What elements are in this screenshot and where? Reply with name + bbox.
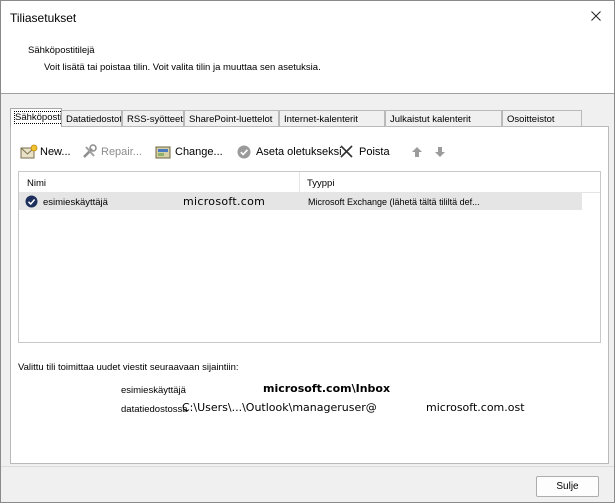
new-mail-icon — [20, 144, 38, 159]
account-domain: microsoft.com — [183, 195, 266, 208]
move-up-button[interactable] — [411, 143, 423, 161]
arrow-up-icon — [412, 147, 422, 157]
table-row[interactable]: esimieskäyttäjä microsoft.com Microsoft … — [19, 193, 582, 210]
tab-label: RSS-syötteet — [127, 114, 183, 125]
change-button[interactable]: Change... — [155, 143, 223, 161]
repair-button[interactable]: Repair... — [81, 143, 142, 161]
tab-label: Internet-kalenterit — [284, 114, 358, 125]
header-description: Voit lisätä tai poistaa tilin. Voit vali… — [44, 62, 321, 73]
new-account-button[interactable]: New... — [20, 143, 71, 161]
tab-address-books[interactable]: Osoitteistot — [502, 110, 582, 126]
window-close-button[interactable] — [582, 4, 610, 28]
remove-x-icon — [340, 145, 353, 158]
account-settings-dialog: Tiliasetukset Sähköpostitilejä Voit lisä… — [0, 0, 615, 503]
tab-rss-feeds[interactable]: RSS-syötteet — [122, 110, 184, 126]
close-dialog-button[interactable]: Sulje — [536, 476, 599, 497]
default-account-check-icon — [25, 195, 38, 208]
tab-strip: Sähköposti Datatiedostot RSS-syötteet Sh… — [10, 108, 610, 127]
tab-label: Datatiedostot — [66, 114, 122, 125]
new-label: New... — [40, 146, 71, 158]
arrow-down-icon — [435, 147, 445, 157]
remove-button[interactable]: Poista — [339, 143, 390, 161]
set-default-label: Aseta oletukseksi — [256, 146, 342, 158]
close-icon — [591, 11, 601, 21]
checkmark-circle-icon — [237, 145, 251, 159]
tab-label: SharePoint-luettelot — [189, 114, 273, 125]
column-header-name[interactable]: Nimi — [27, 178, 46, 189]
tab-label: Sähköposti — [13, 111, 62, 124]
move-down-button[interactable] — [434, 143, 446, 161]
delivery-file-domain: microsoft.com.ost — [426, 401, 525, 414]
set-default-button[interactable]: Aseta oletukseksi — [236, 143, 342, 161]
delivery-label: Valittu tili toimittaa uudet viestit seu… — [18, 362, 239, 373]
tools-icon — [83, 144, 97, 158]
tab-label: Osoitteistot — [507, 114, 555, 125]
account-type: Microsoft Exchange (lähetä tältä tililtä… — [308, 197, 480, 207]
tab-email[interactable]: Sähköposti — [10, 108, 62, 127]
header-title: Sähköpostitilejä — [28, 45, 95, 56]
change-settings-icon — [155, 146, 171, 159]
dialog-header: Sähköpostitilejä Voit lisätä tai poistaa… — [1, 34, 614, 94]
account-user: esimieskäyttäjä — [43, 197, 108, 208]
repair-label: Repair... — [101, 146, 142, 158]
title-bar: Tiliasetukset — [1, 1, 614, 34]
footer-divider — [1, 466, 614, 467]
tab-sharepoint-lists[interactable]: SharePoint-luettelot — [184, 110, 279, 126]
tab-data-files[interactable]: Datatiedostot — [61, 110, 122, 126]
window-title: Tiliasetukset — [10, 11, 77, 25]
delivery-user: esimieskäyttäjä — [121, 385, 186, 396]
column-divider[interactable] — [299, 172, 300, 192]
tab-internet-calendars[interactable]: Internet-kalenterit — [279, 110, 385, 126]
delivery-file-path: C:\Users\...\Outlook\manageruser@ — [182, 401, 377, 414]
delivery-file-label: datatiedostossa — [121, 404, 188, 415]
column-header-type[interactable]: Tyyppi — [307, 178, 334, 189]
change-label: Change... — [175, 146, 223, 158]
remove-label: Poista — [359, 146, 390, 158]
tab-label: Julkaistut kalenterit — [390, 114, 471, 125]
delivery-inbox: microsoft.com\Inbox — [263, 382, 391, 395]
list-header: Nimi Tyyppi — [19, 172, 600, 193]
tab-published-calendars[interactable]: Julkaistut kalenterit — [385, 110, 502, 126]
accounts-list[interactable]: Nimi Tyyppi esimieskäyttäjä microsoft.co… — [18, 171, 601, 343]
